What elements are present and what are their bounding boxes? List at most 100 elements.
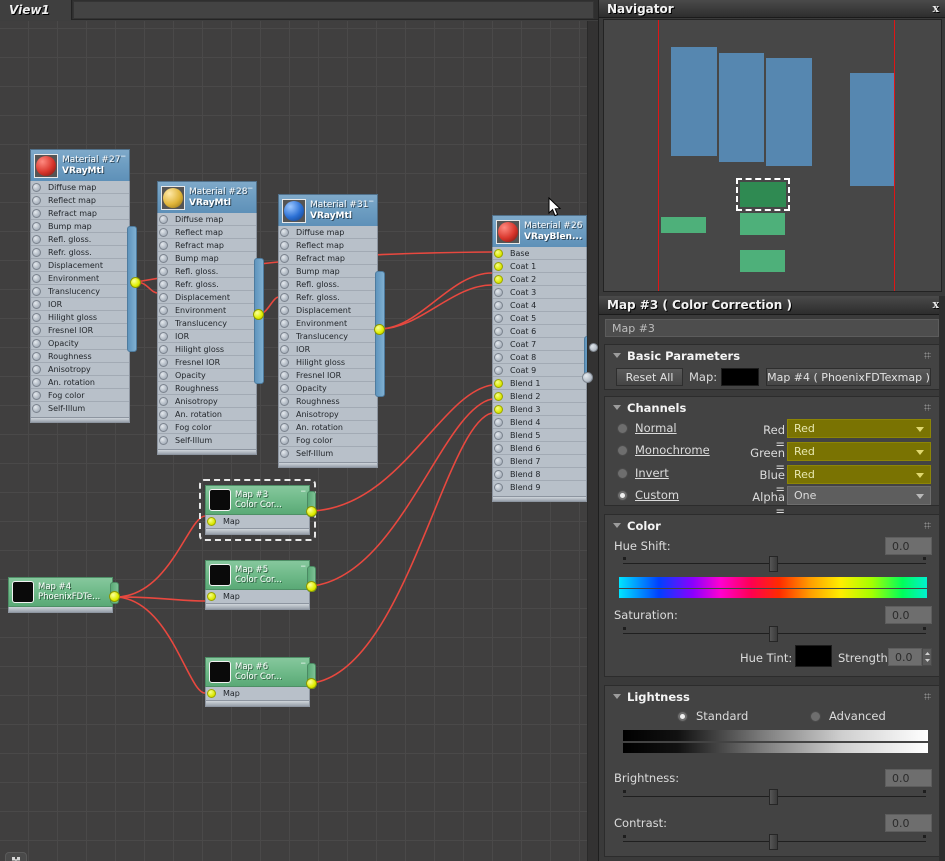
slot-socket-icon[interactable] [159,228,168,237]
rollout-lightness-header[interactable]: Lightness [605,686,939,707]
chevron-down-icon[interactable] [613,353,621,358]
map-node-5[interactable]: Map #5 Color Cor... – Map [205,560,317,610]
node-slot[interactable]: Hilight gloss [158,343,256,356]
hue-gradient-bottom[interactable] [619,589,927,598]
slot-socket-icon[interactable] [494,470,503,479]
node-slot[interactable]: Bump map [31,220,129,233]
radio-icon[interactable] [617,422,628,434]
slot-socket-icon[interactable] [494,340,503,349]
material-node-28[interactable]: Material #28 VRayMtl – Diffuse map Reflec… [157,181,264,455]
channel-blue-dropdown[interactable]: Red [787,465,931,484]
saturation-value[interactable]: 0.0 [885,606,932,624]
navigator-node-rect[interactable] [661,217,706,233]
slot-socket-icon[interactable] [280,241,289,250]
saturation-slider-thumb[interactable] [769,626,778,642]
chevron-down-icon[interactable] [613,694,621,699]
slot-socket-icon[interactable] [280,358,289,367]
slot-socket-icon[interactable] [159,436,168,445]
node-slot[interactable]: Coat 8 [493,351,586,364]
node-slot[interactable]: Blend 9 [493,481,586,494]
slot-socket-icon[interactable] [32,235,41,244]
slot-socket-icon[interactable] [159,241,168,250]
navigator-node-rect[interactable] [719,53,764,162]
slot-socket-icon[interactable] [159,423,168,432]
slot-socket-icon[interactable] [494,405,503,414]
minimize-icon[interactable]: – [121,150,127,161]
slot-socket-icon[interactable] [280,280,289,289]
node-slot[interactable]: Coat 9 [493,364,586,377]
slot-socket-icon[interactable] [494,418,503,427]
slot-socket-icon[interactable] [280,423,289,432]
slot-socket-icon[interactable] [32,391,41,400]
node-slot[interactable]: Refr. gloss. [279,291,377,304]
map-color-swatch[interactable] [721,368,759,386]
slot-socket-icon[interactable] [159,267,168,276]
slot-socket-icon[interactable] [159,371,168,380]
node-slot[interactable]: Blend 3 [493,403,586,416]
node-slot[interactable]: Coat 1 [493,260,586,273]
node-slot[interactable]: Environment [31,272,129,285]
node-slot[interactable]: IOR [279,343,377,356]
map-node-4-source[interactable]: Map #4 PhoenixFDTe... [8,577,120,613]
navigator-node-rect[interactable] [740,250,785,272]
node-slot[interactable]: IOR [158,330,256,343]
node-output-socket[interactable] [374,324,385,335]
slot-socket-icon[interactable] [494,366,503,375]
node-output-socket[interactable] [253,309,264,320]
lightness-mode-standard[interactable]: Standard [677,709,748,723]
node-slot[interactable]: Reflect map [279,239,377,252]
slot-socket-icon[interactable] [32,313,41,322]
minimize-icon[interactable]: – [301,560,307,571]
brightness-value[interactable]: 0.0 [885,769,932,787]
map-node-6[interactable]: Map #6 Color Cor... – Map [205,657,317,707]
navigator-node-rect[interactable] [766,58,812,166]
slot-socket-icon[interactable] [159,280,168,289]
slot-socket-icon[interactable] [494,379,503,388]
material-node-31[interactable]: Material #31 VRayMtl – Diffuse map Reflec… [278,194,385,468]
node-slot[interactable]: Roughness [31,350,129,363]
node-slot[interactable]: Refract map [158,239,256,252]
node-slot[interactable]: Fog color [279,434,377,447]
grip-icon[interactable] [924,404,931,411]
lightness-gradient-top[interactable] [623,730,928,741]
contrast-value[interactable]: 0.0 [885,814,932,832]
node-slot[interactable]: IOR [31,298,129,311]
channel-red-dropdown[interactable]: Red [787,419,931,438]
node-slot[interactable]: Opacity [158,369,256,382]
map-name-field[interactable]: Map #3 [605,319,939,337]
node-slot[interactable]: Diffuse map [31,181,129,194]
node-output-socket[interactable] [109,591,120,602]
slot-socket-icon[interactable] [159,306,168,315]
node-output-socket[interactable] [306,581,317,592]
slot-socket-icon[interactable] [280,436,289,445]
node-slot[interactable]: Self-Illum [279,447,377,460]
slot-socket-icon[interactable] [159,293,168,302]
node-slot[interactable]: Refr. gloss. [158,278,256,291]
node-slot[interactable]: Self-Illum [158,434,256,447]
node-slot[interactable]: Coat 3 [493,286,586,299]
node-slot[interactable]: Roughness [158,382,256,395]
node-slot[interactable]: Displacement [158,291,256,304]
hue-shift-value[interactable]: 0.0 [885,537,932,555]
node-slot[interactable]: Base [493,247,586,260]
navigator-node-rect[interactable] [671,47,717,156]
contrast-slider-thumb[interactable] [769,834,778,850]
slot-socket-icon[interactable] [32,274,41,283]
hue-tint-swatch[interactable] [795,645,832,667]
node-slot[interactable]: Blend 4 [493,416,586,429]
node-slot[interactable]: Coat 6 [493,325,586,338]
node-header[interactable]: Material #26 VRayBlen... – [492,215,587,247]
lightness-gradient-bottom[interactable] [623,743,928,753]
slot-socket-icon[interactable] [280,449,289,458]
node-slot[interactable]: An. rotation [279,421,377,434]
node-header[interactable]: Material #27 VRayMtl – [30,149,130,181]
node-slot[interactable]: Fog color [31,389,129,402]
node-slot[interactable]: An. rotation [158,408,256,421]
node-output-socket[interactable] [582,372,593,383]
slot-socket-icon[interactable] [280,371,289,380]
node-slot[interactable]: Fresnel IOR [279,369,377,382]
slot-socket-icon[interactable] [494,262,503,271]
slot-socket-icon[interactable] [32,365,41,374]
node-slot[interactable]: Refl. gloss. [158,265,256,278]
grip-icon[interactable] [924,522,931,529]
